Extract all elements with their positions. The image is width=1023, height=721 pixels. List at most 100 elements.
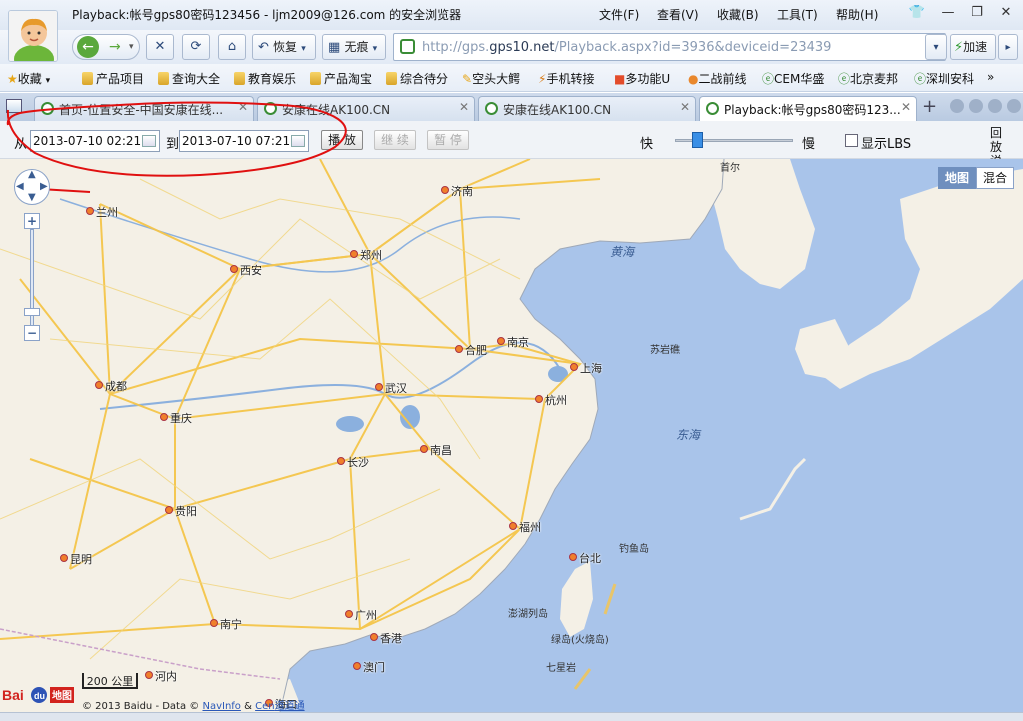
- url-suffix: /Playback.aspx?id=3936&deviceid=23439: [554, 40, 832, 55]
- favorite-label: 综合待分: [400, 72, 449, 86]
- tab-menu-icon[interactable]: [988, 99, 1002, 113]
- continue-button[interactable]: 继 续: [374, 130, 416, 150]
- pan-up-icon[interactable]: ▲: [28, 169, 36, 180]
- dongting-lake: [336, 416, 364, 432]
- ie-icon: [485, 102, 498, 115]
- speed-slider[interactable]: [675, 132, 793, 148]
- skin-icon[interactable]: 👕: [906, 4, 928, 22]
- zoom-slider-handle[interactable]: [24, 308, 40, 316]
- favorite-item[interactable]: 教育娱乐: [234, 70, 296, 87]
- shrimp-icon: ✎: [462, 72, 473, 86]
- start-time-input[interactable]: 2013-07-10 02:21: [30, 130, 160, 152]
- chevron-down-icon: ▾: [45, 76, 51, 86]
- ie-icon: [706, 102, 719, 115]
- back-icon[interactable]: ←: [77, 36, 99, 58]
- place-label: 澎湖列岛: [508, 609, 548, 620]
- pan-right-icon[interactable]: ▶: [40, 181, 48, 192]
- minimize-button[interactable]: —: [937, 4, 959, 22]
- favorite-item[interactable]: 查询大全: [158, 70, 220, 87]
- restore-button[interactable]: ↶ 恢复 ▾: [252, 34, 316, 60]
- restore-label: 恢复: [273, 40, 298, 54]
- zoom-in-button[interactable]: +: [24, 213, 40, 229]
- home-button[interactable]: ⌂: [218, 34, 246, 60]
- favorite-item[interactable]: ⚡手机转接: [538, 70, 594, 87]
- play-button[interactable]: 播 放: [321, 130, 363, 150]
- close-icon[interactable]: ✕: [901, 100, 911, 114]
- favorites-more[interactable]: »: [987, 70, 994, 84]
- avatar[interactable]: [8, 10, 58, 62]
- favorite-item[interactable]: ■多功能U: [614, 70, 670, 87]
- close-icon[interactable]: ✕: [238, 100, 248, 114]
- map-type-hybrid-button[interactable]: 混合: [976, 167, 1014, 189]
- pause-button[interactable]: 暂 停: [427, 130, 469, 150]
- maximize-button[interactable]: ❐: [966, 4, 988, 22]
- tab[interactable]: 安康在线AK100.CN ✕: [257, 96, 475, 121]
- folder-icon: [82, 72, 93, 85]
- favorite-label: 手机转接: [546, 72, 595, 86]
- favorite-item[interactable]: 产品项目: [82, 70, 144, 87]
- data-provider-link[interactable]: 道道通: [275, 701, 305, 712]
- menu-tools[interactable]: 工具(T): [777, 6, 818, 23]
- menu-file[interactable]: 文件(F): [599, 6, 639, 23]
- folder-icon: [158, 72, 169, 85]
- tab-active[interactable]: Playback:帐号gps80密码123... ✕: [699, 96, 917, 121]
- favorite-label: CEM华盛: [774, 72, 825, 86]
- tab-list-icon[interactable]: [6, 99, 22, 113]
- close-window-button[interactable]: ✕: [995, 4, 1017, 22]
- place-label: 苏岩礁: [650, 345, 680, 356]
- chevron-down-icon[interactable]: ▾: [129, 35, 134, 59]
- tab-label: 安康在线AK100.CN: [503, 103, 612, 117]
- favorite-item[interactable]: ●二战前线: [688, 70, 747, 87]
- favorite-item[interactable]: 产品淘宝: [310, 70, 372, 87]
- menu-favorites[interactable]: 收藏(B): [717, 6, 759, 23]
- slow-label: 慢: [802, 137, 816, 152]
- data-provider-link[interactable]: Cen: [255, 701, 274, 712]
- favorite-item[interactable]: ⓔCEM华盛: [762, 70, 824, 87]
- more-nav-button[interactable]: ▸: [998, 34, 1018, 60]
- stop-button[interactable]: ✕: [146, 34, 174, 60]
- tab[interactable]: 首页-位置安全-中国安康在线... ✕: [34, 96, 254, 121]
- close-icon[interactable]: ✕: [459, 100, 469, 114]
- url-domain: gps10.net: [489, 40, 555, 55]
- speed-slider-thumb[interactable]: [692, 132, 703, 148]
- menu-help[interactable]: 帮助(H): [836, 6, 878, 23]
- forward-icon[interactable]: →: [109, 35, 121, 59]
- pan-control[interactable]: ▲ ▼ ◀ ▶: [14, 169, 50, 205]
- calendar-icon[interactable]: [142, 135, 156, 147]
- favorite-label: 多功能U: [625, 72, 671, 86]
- scroll-left-icon[interactable]: [950, 99, 964, 113]
- end-time-input[interactable]: 2013-07-10 07:21: [179, 130, 309, 152]
- refresh-icon: ⟳: [190, 39, 202, 54]
- address-bar[interactable]: http://gps.gps10.net/Playback.aspx?id=39…: [393, 33, 946, 61]
- lbs-checkbox[interactable]: [845, 134, 858, 147]
- map-view[interactable]: 兰州 济南 郑州 西安 合肥 南京 上海 成都 武汉 杭州 重庆 南昌 长沙 福…: [0, 159, 1023, 712]
- refresh-button[interactable]: ⟳: [182, 34, 210, 60]
- map-type-map-button[interactable]: 地图: [938, 167, 976, 189]
- pan-down-icon[interactable]: ▼: [28, 192, 36, 203]
- incognito-button[interactable]: ▦ 无痕 ▾: [322, 34, 386, 60]
- calendar-icon[interactable]: [291, 135, 305, 147]
- favorite-item[interactable]: ⓔ深圳安科: [914, 70, 974, 87]
- menu-view[interactable]: 查看(V): [657, 6, 699, 23]
- navinfo-link[interactable]: NavInfo: [202, 701, 240, 712]
- pan-left-icon[interactable]: ◀: [16, 181, 24, 192]
- playback-controls: 从 2013-07-10 02:21 到 2013-07-10 07:21 播 …: [0, 121, 1023, 182]
- close-tab-icon[interactable]: [1007, 99, 1021, 113]
- tab[interactable]: 安康在线AK100.CN ✕: [478, 96, 696, 121]
- island-chain: [603, 583, 617, 615]
- scale-label: 200 公里: [86, 675, 134, 688]
- favorite-item[interactable]: ✎空头大鳄: [462, 70, 520, 87]
- chevron-down-icon: ▾: [933, 42, 939, 53]
- favorite-item[interactable]: ⓔ北京麦邦: [838, 70, 898, 87]
- favorite-item[interactable]: 综合待分: [386, 70, 448, 87]
- zoom-out-button[interactable]: −: [24, 325, 40, 341]
- accelerate-button[interactable]: ⚡加速: [950, 34, 996, 60]
- url-text[interactable]: http://gps.gps10.net/Playback.aspx?id=39…: [422, 40, 831, 55]
- close-icon[interactable]: ✕: [680, 100, 690, 114]
- folder-icon: [310, 72, 321, 85]
- scroll-right-icon[interactable]: [969, 99, 983, 113]
- favorites-menu[interactable]: ★收藏 ▾: [7, 70, 50, 87]
- url-dropdown-button[interactable]: ▾: [925, 34, 947, 60]
- new-tab-button[interactable]: +: [922, 96, 937, 117]
- chevron-right-icon: ▸: [1005, 42, 1011, 53]
